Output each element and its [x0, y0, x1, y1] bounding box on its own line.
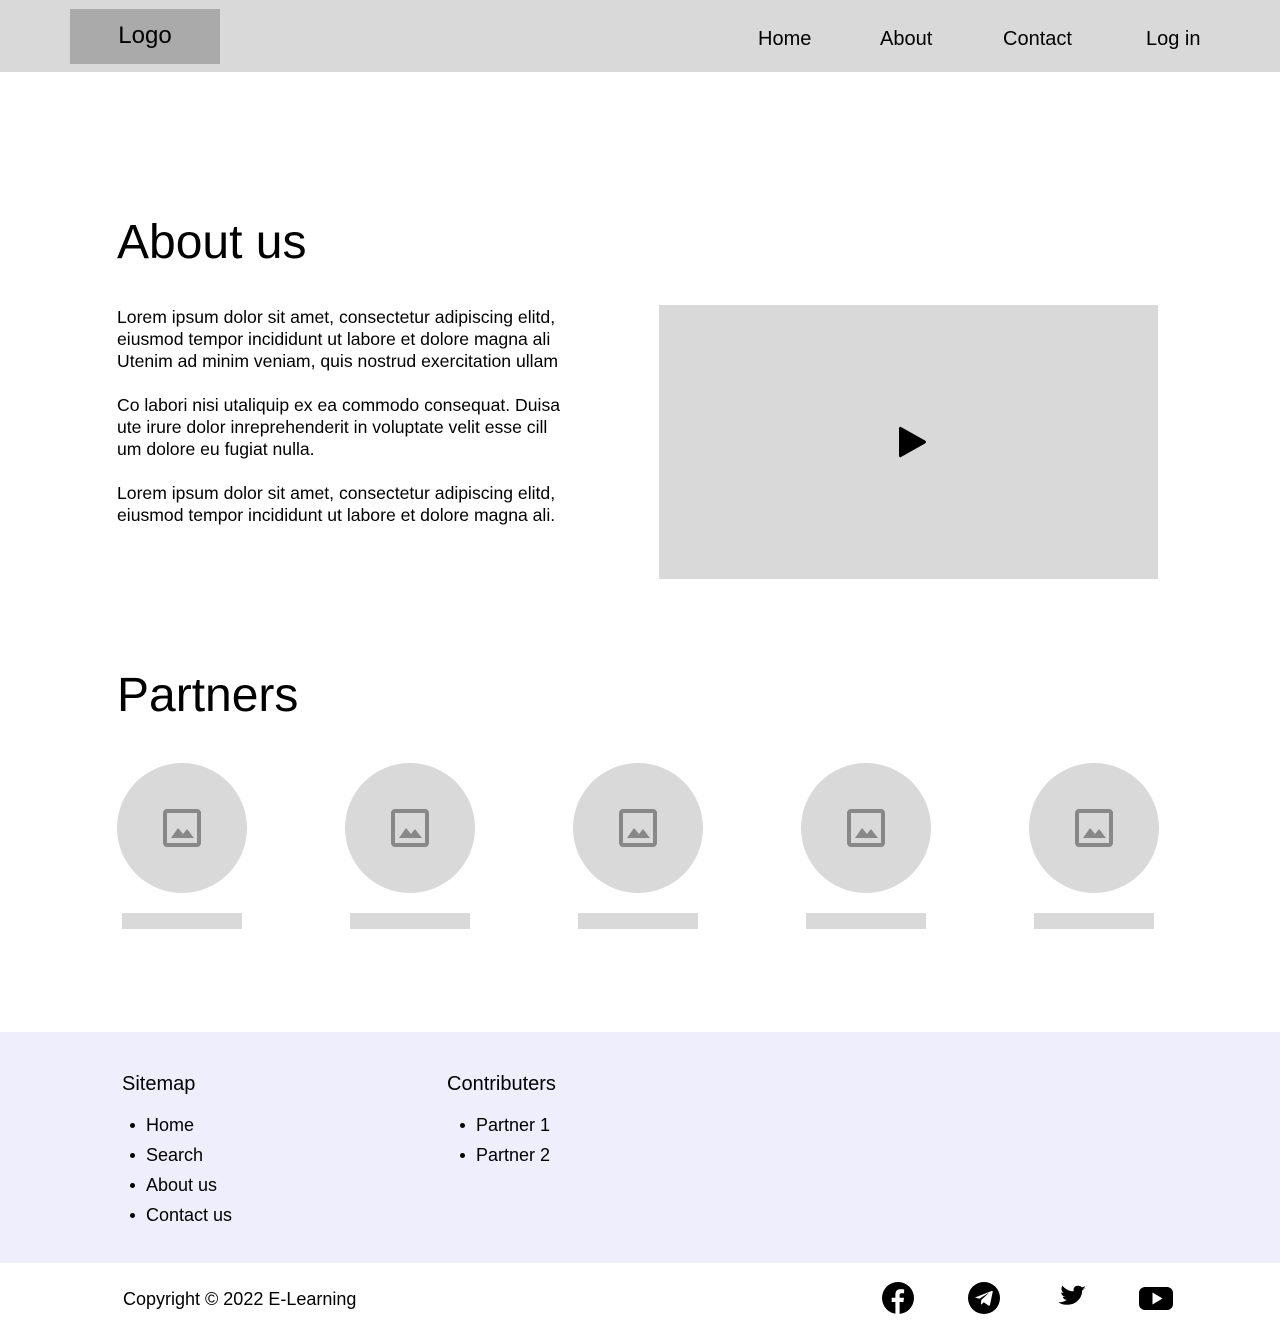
youtube-icon[interactable]: [1139, 1281, 1173, 1315]
contributer-link-2[interactable]: Partner 2: [452, 1140, 556, 1170]
sitemap-section: Sitemap Home Search About us Contact us: [122, 1072, 232, 1230]
twitter-icon[interactable]: [1053, 1281, 1087, 1315]
partner-logo[interactable]: [801, 763, 931, 893]
about-paragraph-1: Lorem ipsum dolor sit amet, consectetur …: [117, 307, 559, 371]
about-paragraph-2: Co labori nisi utaliquip ex ea commodo c…: [117, 395, 561, 459]
partner-item[interactable]: [573, 763, 703, 929]
nav-contact[interactable]: Contact: [1003, 26, 1072, 52]
sitemap-list: Home Search About us Contact us: [122, 1110, 232, 1230]
copyright: Copyright © 2022 E-Learning: [123, 1289, 357, 1309]
site-header: Logo Home About Contact Log in: [0, 0, 1280, 72]
partner-item[interactable]: [801, 763, 931, 929]
partner-logo[interactable]: [573, 763, 703, 893]
nav-home[interactable]: Home: [758, 26, 811, 52]
partner-item[interactable]: [1029, 763, 1159, 929]
image-placeholder-icon: [847, 809, 885, 847]
about-title: About us: [117, 216, 307, 269]
partner-item[interactable]: [117, 763, 247, 929]
partner-logo[interactable]: [1029, 763, 1159, 893]
partner-name-placeholder: [578, 913, 698, 929]
contributers-heading: Contributers: [447, 1073, 556, 1095]
image-placeholder-icon: [163, 809, 201, 847]
partner-logo[interactable]: [117, 763, 247, 893]
play-icon[interactable]: [896, 423, 930, 461]
partner-name-placeholder: [806, 913, 926, 929]
partner-name-placeholder: [1034, 913, 1154, 929]
nav-login[interactable]: Log in: [1146, 26, 1201, 52]
logo[interactable]: Logo: [70, 9, 220, 64]
partner-item[interactable]: [345, 763, 475, 929]
telegram-icon[interactable]: [967, 1281, 1001, 1315]
partner-name-placeholder: [350, 913, 470, 929]
partner-name-placeholder: [122, 913, 242, 929]
contributers-section: Contributers Partner 1 Partner 2: [447, 1072, 556, 1170]
about-text: Lorem ipsum dolor sit amet, consectetur …: [117, 306, 617, 548]
contributers-list: Partner 1 Partner 2: [452, 1110, 556, 1170]
image-placeholder-icon: [391, 809, 429, 847]
sitemap-link-about[interactable]: About us: [122, 1170, 232, 1200]
sitemap-link-search[interactable]: Search: [122, 1140, 232, 1170]
sitemap-link-contact[interactable]: Contact us: [122, 1200, 232, 1230]
sitemap-heading: Sitemap: [122, 1073, 196, 1095]
image-placeholder-icon: [619, 809, 657, 847]
bottom-bar: Copyright © 2022 E-Learning: [0, 1263, 1280, 1333]
contributer-link-1[interactable]: Partner 1: [452, 1110, 556, 1140]
about-paragraph-3: Lorem ipsum dolor sit amet, consectetur …: [117, 483, 556, 525]
sitemap-link-home[interactable]: Home: [122, 1110, 232, 1140]
image-placeholder-icon: [1075, 809, 1113, 847]
facebook-icon[interactable]: [881, 1281, 915, 1315]
site-footer: Sitemap Home Search About us Contact us …: [0, 1032, 1280, 1263]
partner-logo[interactable]: [345, 763, 475, 893]
nav-about[interactable]: About: [880, 26, 932, 52]
partners-title: Partners: [117, 669, 299, 722]
